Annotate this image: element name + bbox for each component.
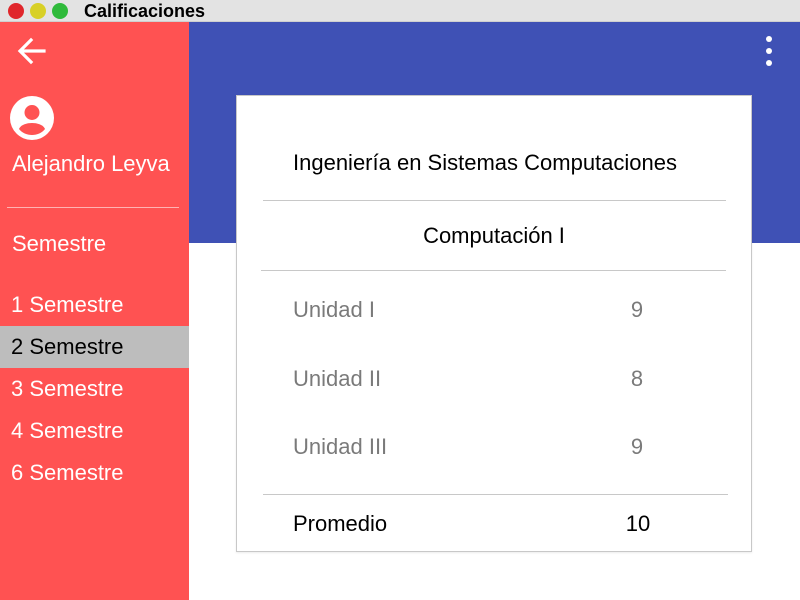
window-maximize-button[interactable] [52, 3, 68, 19]
window-minimize-button[interactable] [30, 3, 46, 19]
window-close-button[interactable] [8, 3, 24, 19]
title-bar: Calificaciones [0, 0, 800, 22]
unit-grade: 9 [630, 297, 644, 322]
unit-grade: 8 [630, 366, 644, 391]
sidebar-item-semester-2[interactable]: 2 Semestre [0, 326, 189, 368]
average-row: Promedio 10 [237, 511, 751, 541]
sidebar-item-semester-3[interactable]: 3 Semestre [0, 368, 189, 410]
grades-card: Ingeniería en Sistemas Computaciones Com… [236, 95, 752, 552]
unit-name: Unidad I [293, 297, 375, 322]
arrow-left-icon[interactable] [16, 36, 48, 66]
average-label: Promedio [293, 511, 388, 536]
unit-name: Unidad III [293, 434, 388, 459]
unit-grade: 9 [630, 434, 644, 459]
more-vertical-icon[interactable] [762, 36, 776, 66]
sidebar-divider [7, 207, 179, 208]
divider [263, 494, 728, 495]
account-circle-icon [10, 96, 54, 140]
unit-name: Unidad II [293, 366, 382, 391]
semester-heading: Semestre [12, 231, 107, 256]
sidebar-item-semester-4[interactable]: 4 Semestre [0, 410, 189, 452]
grade-row: Unidad II 8 [237, 366, 751, 396]
user-name: Alejandro Leyva [12, 151, 170, 176]
average-value: 10 [625, 511, 651, 536]
sidebar-item-semester-6[interactable]: 6 Semestre [0, 452, 189, 494]
sidebar: Alejandro Leyva Semestre 1 Semestre 2 Se… [0, 22, 189, 600]
divider [263, 200, 726, 201]
window-title: Calificaciones [84, 1, 206, 21]
career-title: Ingeniería en Sistemas Computaciones [293, 150, 677, 175]
subject-title: Computación I [423, 223, 565, 248]
grade-row: Unidad III 9 [237, 434, 751, 464]
grade-row: Unidad I 9 [237, 297, 751, 327]
divider [261, 270, 726, 271]
semester-list: 1 Semestre 2 Semestre 3 Semestre 4 Semes… [0, 284, 189, 494]
sidebar-item-semester-1[interactable]: 1 Semestre [0, 284, 189, 326]
